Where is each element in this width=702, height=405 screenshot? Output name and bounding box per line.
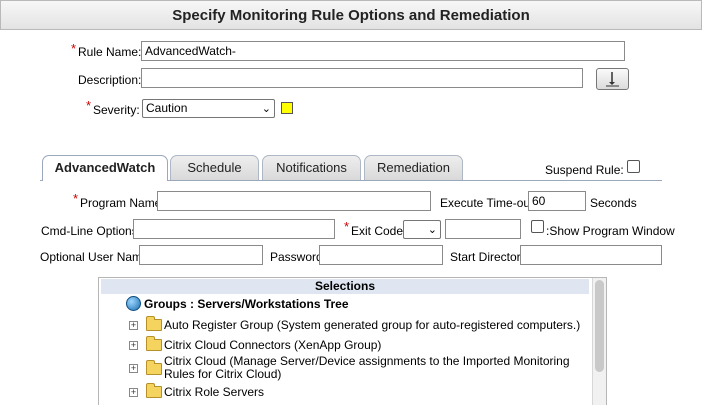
tab-notifications[interactable]: Notifications [262, 155, 361, 180]
tab-advancedwatch[interactable]: AdvancedWatch [42, 155, 168, 181]
expand-icon[interactable]: + [129, 321, 138, 330]
show-program-window-label: :Show Program Window [546, 224, 675, 238]
optional-user-name-label: Optional User Name: [40, 250, 153, 264]
description-input[interactable] [141, 68, 583, 88]
tab-schedule[interactable]: Schedule [170, 155, 259, 180]
expand-icon[interactable]: + [129, 364, 138, 373]
edit-description-button[interactable] [596, 68, 629, 90]
selections-panel: Selections Groups : Servers/Workstations… [98, 277, 607, 405]
execute-timeout-label: Execute Time-out: [440, 196, 537, 210]
password-input[interactable] [319, 245, 443, 265]
scrollbar-thumb[interactable] [595, 280, 604, 372]
start-directory-label: Start Directory: [450, 250, 531, 264]
start-directory-input[interactable] [520, 245, 662, 265]
required-mark: * [344, 219, 350, 234]
suspend-rule-label: Suspend Rule: [545, 163, 624, 177]
required-mark: * [86, 98, 92, 113]
exit-code-label: Exit Code: [351, 224, 407, 238]
exit-code-operator-select[interactable]: ⌄ [403, 220, 441, 239]
chevron-down-icon: ⌄ [261, 103, 271, 115]
chevron-down-icon: ⌄ [427, 224, 437, 236]
rule-name-input[interactable] [141, 41, 625, 61]
folder-icon [146, 360, 162, 375]
tree-node[interactable]: Auto Register Group (System generated gr… [164, 319, 584, 332]
program-name-label: Program Name: [80, 196, 165, 210]
user-name-input[interactable] [139, 245, 263, 265]
expand-icon[interactable]: + [129, 341, 138, 350]
execute-timeout-input[interactable] [528, 191, 586, 211]
required-mark: * [73, 191, 79, 206]
suspend-rule-checkbox[interactable] [627, 160, 640, 173]
seconds-label: Seconds [590, 196, 637, 210]
selections-header: Selections [101, 279, 589, 294]
tree-node[interactable]: Citrix Cloud (Manage Server/Device assig… [164, 355, 574, 381]
show-program-window-checkbox[interactable] [531, 220, 544, 233]
scrollbar[interactable] [592, 278, 606, 405]
exit-code-input[interactable] [445, 219, 521, 239]
folder-icon [146, 336, 162, 351]
rule-name-label: Rule Name: [78, 45, 142, 59]
pen-icon [606, 72, 619, 87]
tree-root[interactable]: Groups : Servers/Workstations Tree [144, 296, 349, 312]
expand-icon[interactable]: + [129, 388, 138, 397]
password-label: Password: [270, 250, 327, 264]
severity-value: Caution [146, 101, 188, 115]
page-title: Specify Monitoring Rule Options and Reme… [0, 0, 702, 30]
tree-node[interactable]: Citrix Cloud Connectors (XenApp Group) [164, 339, 584, 352]
required-mark: * [71, 41, 77, 56]
globe-icon [126, 296, 141, 311]
cmdline-options-input[interactable] [133, 219, 335, 239]
severity-color-swatch [281, 102, 293, 114]
severity-select[interactable]: Caution ⌄ [142, 99, 275, 118]
severity-label: Severity: [93, 103, 140, 117]
tab-remediation[interactable]: Remediation [364, 155, 463, 180]
program-name-input[interactable] [157, 191, 431, 211]
cmdline-options-label: Cmd-Line Options: [41, 224, 142, 238]
tree-node[interactable]: Citrix Role Servers [164, 386, 584, 399]
folder-icon [146, 316, 162, 331]
description-label: Description: [78, 73, 142, 87]
folder-icon [146, 383, 162, 398]
